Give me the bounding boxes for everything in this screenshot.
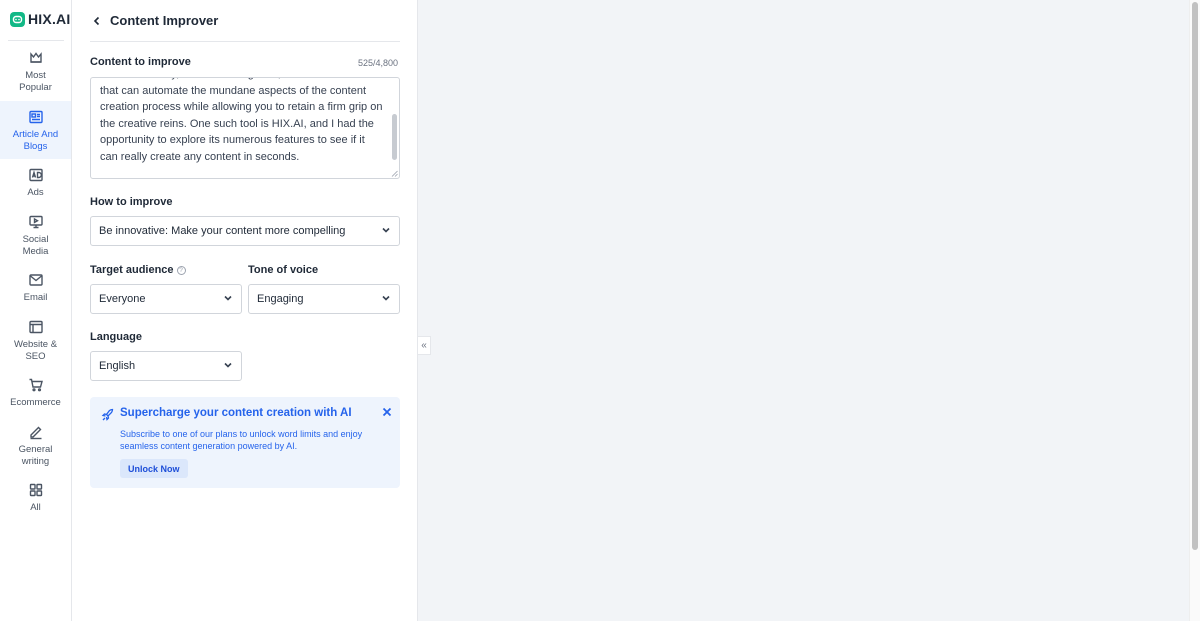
cart-icon — [28, 377, 44, 393]
grid-icon — [28, 482, 44, 498]
language-label: Language — [90, 331, 142, 343]
nav-item-email[interactable]: Email — [0, 272, 71, 304]
promo-description: Subscribe to one of our plans to unlock … — [120, 429, 363, 451]
nav-item-most-popular[interactable]: Most Popular — [0, 50, 71, 96]
crown-icon — [28, 50, 44, 66]
page-scrollbar-thumb[interactable] — [1192, 2, 1198, 550]
content-text[interactable]: creators exactly, artificial intelligenc… — [100, 78, 383, 166]
page-scrollbar[interactable] — [1189, 0, 1200, 621]
nav-item-ads[interactable]: Ads — [0, 167, 71, 199]
browser-icon — [28, 319, 44, 335]
target-audience-select[interactable]: Everyone — [90, 284, 242, 314]
rocket-icon — [101, 408, 115, 422]
nav-label: Article And Blogs — [12, 129, 59, 152]
collapse-panel-button[interactable]: « — [418, 336, 431, 355]
brand-logo[interactable]: HIX.AI — [10, 10, 70, 28]
output-area — [418, 0, 1188, 621]
nav-label: Ecommerce — [10, 397, 61, 408]
resize-handle[interactable] — [391, 170, 398, 177]
panel-header: Content Improver — [90, 0, 400, 42]
chevron-down-icon — [223, 290, 233, 308]
category-sidebar: HIX.AI Most Popular Article And Blogs Ad… — [0, 0, 72, 621]
nav-label: Social Media — [22, 234, 49, 257]
monitor-icon — [28, 214, 44, 230]
nav-item-website-and-seo[interactable]: Website & SEO — [0, 319, 71, 365]
logo-icon — [10, 11, 25, 27]
nav-item-ecommerce[interactable]: Ecommerce — [0, 377, 71, 409]
nav-item-social-media[interactable]: Social Media — [0, 214, 71, 260]
info-icon[interactable]: ? — [176, 265, 186, 275]
tone-of-voice-select[interactable]: Engaging — [248, 284, 400, 314]
tone-of-voice-label: Tone of voice — [248, 264, 319, 276]
page-title: Content Improver — [110, 13, 219, 28]
chevron-left-icon[interactable] — [90, 14, 104, 28]
character-counter: 525/4,800 — [357, 58, 398, 68]
nav-item-general-writing[interactable]: General writing — [0, 424, 71, 470]
target-audience-label: Target audience? — [90, 264, 186, 276]
brand-name: HIX.AI — [28, 11, 71, 27]
divider — [8, 40, 64, 41]
mail-icon — [28, 272, 44, 288]
nav-label: Most Popular — [19, 70, 52, 93]
chevron-down-icon — [381, 290, 391, 308]
upgrade-promo-card: Supercharge your content creation with A… — [90, 397, 400, 488]
nav-label: Ads — [27, 187, 44, 198]
tool-form-panel: Content Improver Content to improve 525/… — [72, 0, 418, 621]
ad-icon — [28, 167, 44, 183]
content-label: Content to improve — [90, 56, 191, 68]
close-icon[interactable] — [382, 404, 392, 417]
pen-icon — [28, 424, 44, 440]
select-value: Everyone — [99, 293, 146, 305]
select-value: English — [99, 360, 136, 372]
promo-title: Supercharge your content creation with A… — [120, 407, 352, 419]
content-textarea[interactable]: creators exactly, artificial intelligenc… — [90, 77, 400, 179]
target-audience-label-text: Target audience — [90, 264, 174, 276]
nav-label: Website & SEO — [13, 339, 58, 362]
how-to-improve-select[interactable]: Be innovative: Make your content more co… — [90, 216, 400, 246]
how-to-improve-label: How to improve — [90, 196, 173, 208]
chevron-down-icon — [381, 222, 391, 240]
nav-label: Email — [23, 292, 48, 303]
textarea-scrollbar[interactable] — [392, 114, 397, 160]
nav-label: General writing — [18, 444, 53, 467]
unlock-now-button[interactable]: Unlock Now — [120, 459, 188, 478]
select-value: Be innovative: Make your content more co… — [99, 225, 346, 237]
select-value: Engaging — [257, 293, 304, 305]
nav-item-article-and-blogs[interactable]: Article And Blogs — [0, 101, 71, 159]
language-select[interactable]: English — [90, 351, 242, 381]
chevron-down-icon — [223, 357, 233, 375]
nav-item-all[interactable]: All — [0, 482, 71, 514]
nav-label: All — [30, 502, 41, 513]
article-icon — [28, 109, 44, 125]
